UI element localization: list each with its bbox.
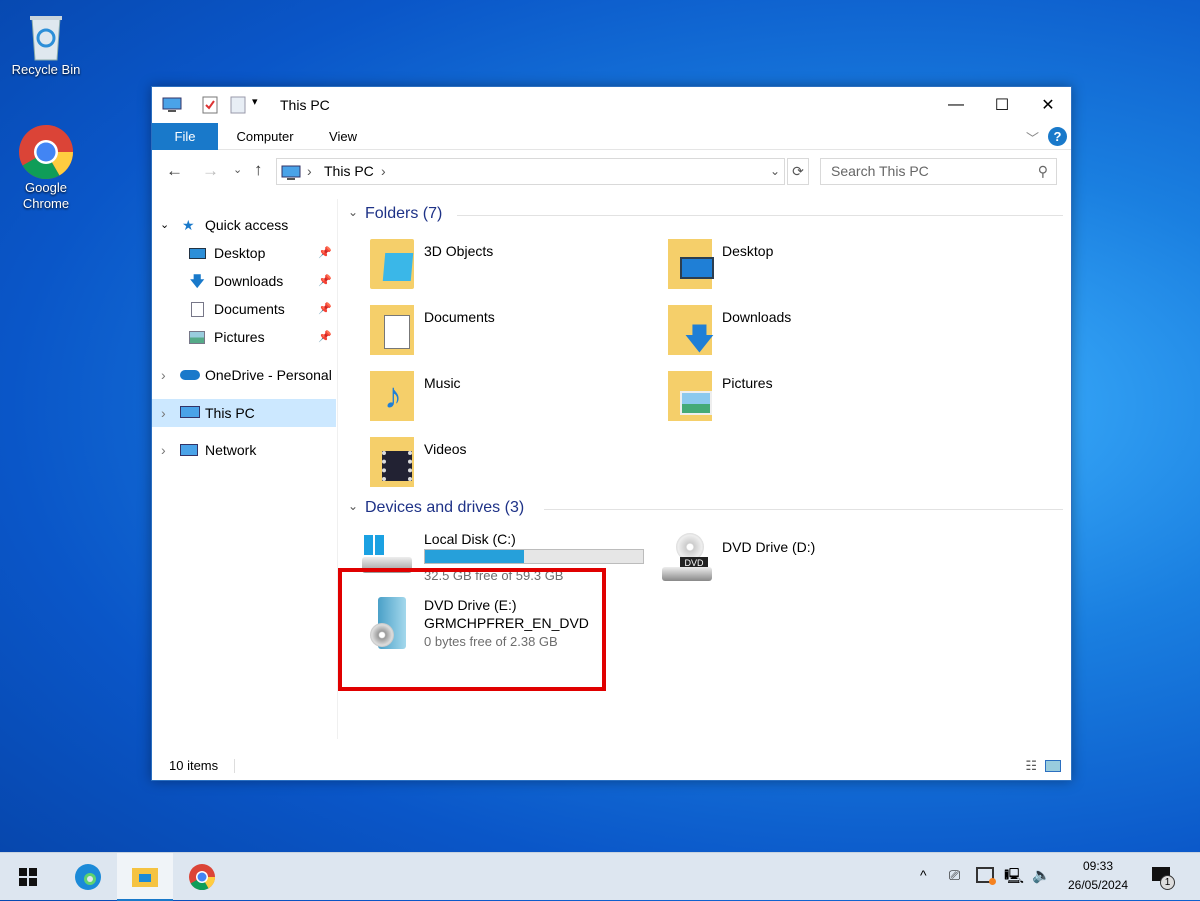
taskbar-chrome[interactable] xyxy=(174,853,230,901)
notification-count: 1 xyxy=(1160,875,1175,890)
search-input[interactable]: Search This PC ⚲ xyxy=(820,158,1057,185)
taskbar-edge[interactable] xyxy=(60,853,116,901)
nav-documents[interactable]: Documents 📌 xyxy=(152,295,336,323)
pictures-icon xyxy=(189,331,205,344)
update-icon[interactable] xyxy=(976,867,996,885)
nav-onedrive[interactable]: › OneDrive - Personal xyxy=(152,361,336,389)
document-icon xyxy=(191,302,204,317)
nav-desktop[interactable]: Desktop 📌 xyxy=(152,239,336,267)
back-button[interactable]: ← xyxy=(166,161,183,181)
drives-header[interactable]: Devices and drives (3) xyxy=(365,499,524,517)
this-pc-icon xyxy=(281,164,301,189)
search-icon: ⚲ xyxy=(1037,163,1048,179)
computer-icon xyxy=(162,97,182,116)
recent-locations-button[interactable]: ⌄ xyxy=(233,163,242,176)
properties-icon[interactable] xyxy=(202,96,218,117)
address-dropdown[interactable]: ⌄ xyxy=(770,159,780,184)
folder-icon: 🡇 xyxy=(668,305,715,356)
pin-icon: 📌 xyxy=(318,331,332,343)
chrome-icon xyxy=(19,124,74,180)
address-bar[interactable]: › This PC › ⌄ xyxy=(276,158,785,185)
tab-file[interactable]: File xyxy=(152,123,218,150)
help-icon[interactable]: ? xyxy=(1048,127,1067,146)
dvd-drive-icon: DVD xyxy=(662,533,712,581)
tab-computer[interactable]: Computer xyxy=(224,123,306,150)
show-hidden-icons-button[interactable]: ^ xyxy=(920,867,927,883)
computer-icon xyxy=(180,406,200,418)
folder-pictures[interactable]: Pictures xyxy=(650,367,940,427)
folder-music[interactable]: ♪ Music xyxy=(352,367,642,427)
breadcrumb-this-pc[interactable]: This PC xyxy=(324,159,374,184)
customize-toolbar-icon[interactable]: ▾ xyxy=(252,95,258,108)
star-icon: ★ xyxy=(182,217,195,233)
chrome-label: Google Chrome xyxy=(22,180,70,211)
folder-desktop[interactable]: Desktop xyxy=(650,235,940,295)
up-button[interactable]: ↑ xyxy=(254,160,263,180)
nav-quick-access[interactable]: ⌄ ★ Quick access xyxy=(152,211,336,239)
download-icon: 🡇 xyxy=(190,273,205,289)
folder-icon xyxy=(132,868,158,887)
window-title: This PC xyxy=(280,97,330,113)
taskbar: ^ ⎚ 🖳 🔈 09:33 26/05/2024 1 xyxy=(0,852,1200,901)
forward-button[interactable]: → xyxy=(202,161,219,181)
navigation-pane: ⌄ ★ Quick access Desktop 📌 🡇 Downloads 📌 Docu… xyxy=(152,199,338,739)
pin-icon: 📌 xyxy=(318,303,332,315)
folder-videos[interactable]: Videos xyxy=(352,433,642,493)
clock[interactable]: 09:33 26/05/2024 xyxy=(1058,857,1138,895)
windows-icon xyxy=(19,868,37,886)
folder-3d-objects[interactable]: 3D Objects xyxy=(352,235,642,295)
desktop-icon-chrome[interactable]: Google Chrome xyxy=(8,124,84,212)
recycle-bin-label: Recycle Bin xyxy=(11,62,81,77)
chrome-icon xyxy=(189,864,216,891)
taskbar-file-explorer[interactable] xyxy=(117,853,173,901)
folder-icon xyxy=(668,371,712,421)
details-view-button[interactable]: ☷ xyxy=(1025,752,1037,780)
cloud-icon xyxy=(180,370,200,380)
network-status-icon[interactable]: 🖳 xyxy=(1004,866,1024,891)
folder-icon: ♪ xyxy=(370,371,414,421)
pin-icon: 📌 xyxy=(318,247,332,259)
folders-header[interactable]: Folders (7) xyxy=(365,205,442,223)
large-icons-view-button[interactable] xyxy=(1045,760,1061,772)
minimize-button[interactable]: — xyxy=(933,87,979,123)
refresh-button[interactable]: ⟳ xyxy=(787,158,809,185)
nav-this-pc[interactable]: › This PC xyxy=(152,399,336,427)
folder-icon xyxy=(370,239,414,289)
folder-documents[interactable]: Documents xyxy=(352,301,642,361)
maximize-button[interactable]: ☐ xyxy=(979,87,1025,123)
edge-icon xyxy=(75,864,101,890)
start-button[interactable] xyxy=(0,853,56,901)
recycle-bin-icon xyxy=(22,10,70,61)
expand-ribbon-icon[interactable]: ﹀ xyxy=(1026,128,1039,147)
pin-icon: 📌 xyxy=(318,275,332,287)
notification-center-button[interactable]: 1 xyxy=(1150,865,1175,890)
volume-icon[interactable]: 🔈 xyxy=(1032,866,1051,884)
close-button[interactable]: ✕ xyxy=(1025,87,1071,123)
network-icon xyxy=(180,444,198,456)
nav-network[interactable]: › Network xyxy=(152,436,336,464)
status-bar: 10 items ☷ xyxy=(152,752,1071,780)
folder-icon xyxy=(668,239,714,289)
desktop-icon-recycle-bin[interactable]: Recycle Bin xyxy=(8,10,84,78)
tab-view[interactable]: View xyxy=(318,123,368,150)
title-bar[interactable]: ▾ This PC — ☐ ✕ xyxy=(152,87,1071,123)
nav-downloads[interactable]: 🡇 Downloads 📌 xyxy=(152,267,336,295)
folder-icon xyxy=(370,437,414,487)
item-count: 10 items xyxy=(169,758,219,773)
ribbon-tabs: File Computer View ﹀ ? xyxy=(152,123,1071,150)
nav-pictures[interactable]: Pictures 📌 xyxy=(152,323,336,351)
highlight-annotation-box xyxy=(338,568,606,691)
camera-icon[interactable]: ⎚ xyxy=(949,867,960,884)
drive-d[interactable]: DVD DVD Drive (D:) xyxy=(650,529,940,585)
disk-usage-bar xyxy=(424,549,644,564)
folder-icon xyxy=(370,305,414,355)
desktop-icon xyxy=(189,248,206,259)
new-folder-icon[interactable] xyxy=(230,96,246,117)
folder-downloads[interactable]: 🡇 Downloads xyxy=(650,301,940,361)
file-explorer-window: ▾ This PC — ☐ ✕ File Computer View ﹀ ? ←… xyxy=(151,86,1072,781)
